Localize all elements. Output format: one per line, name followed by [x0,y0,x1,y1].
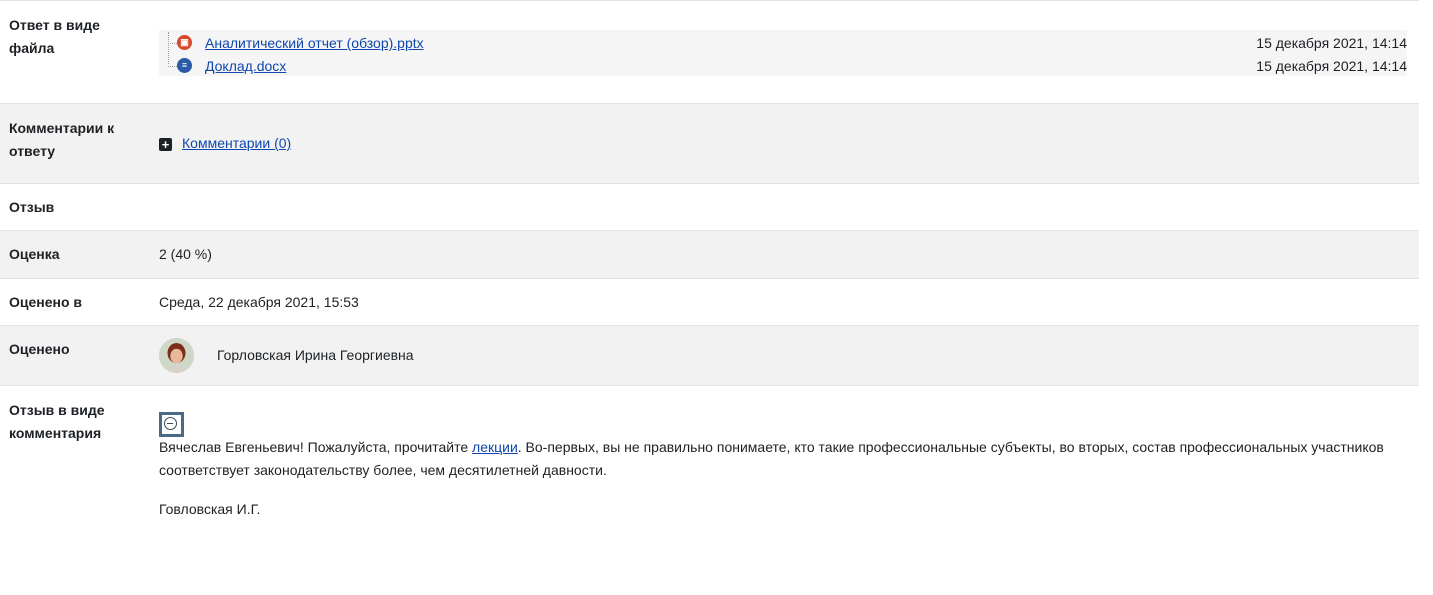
feedback-paragraph: Вячеслав Евгеньевич! Пожалуйста, прочита… [159,436,1399,482]
plus-icon[interactable]: + [159,138,172,151]
pptx-file-icon: ▣ [177,35,192,50]
graded-date: Среда, 22 декабря 2021, 15:53 [159,294,359,310]
file-link[interactable]: Доклад.docx [205,56,286,76]
row-label: Отзыв [9,199,55,215]
grader-name[interactable]: Горловская Ирина Георгиевна [217,344,414,367]
file-item: ▣ Аналитический отчет (обзор).pptx 15 де… [159,32,1407,54]
comments-toggle[interactable]: + Комментарии (0) [159,133,1407,153]
row-feedback: Отзыв [0,184,1419,231]
file-date: 15 декабря 2021, 14:14 [1256,35,1407,51]
row-label: Отзыв в виде комментария [9,402,105,441]
avatar[interactable] [159,338,194,373]
row-graded-by: Оценено Горловская Ирина Георгиевна [0,326,1419,386]
file-item: ≡ Доклад.docx 15 декабря 2021, 14:14 [159,55,1407,77]
row-label: Оценка [9,246,60,262]
avatar-image [159,338,194,373]
row-label: Ответ в виде файла [9,17,100,56]
minus-circle-icon [164,417,177,430]
feedback-text-start: Вячеслав Евгеньевич! Пожалуйста, прочита… [159,439,473,455]
docx-file-icon: ≡ [177,58,192,73]
row-label: Оценено [9,341,70,357]
row-graded-on: Оценено в Среда, 22 декабря 2021, 15:53 [0,279,1419,326]
collapse-button[interactable] [159,412,184,437]
file-link[interactable]: Аналитический отчет (обзор).pptx [205,33,424,53]
grader: Горловская Ирина Георгиевна [159,326,1407,386]
grade-value: 2 (40 %) [159,246,212,262]
file-date: 15 декабря 2021, 14:14 [1256,58,1407,74]
submission-status-table: Ответ в виде файла ▣ Аналитический отчет… [0,0,1419,591]
tree-branch [168,66,177,67]
row-file-answer: Ответ в виде файла ▣ Аналитический отчет… [0,1,1419,104]
feedback-text: Вячеслав Евгеньевич! Пожалуйста, прочита… [159,436,1399,521]
tree-branch [168,43,177,44]
lectures-link[interactable]: лекции [472,439,518,455]
row-grade: Оценка 2 (40 %) [0,231,1419,279]
feedback-signature: Говловская И.Г. [159,501,261,517]
row-feedback-comment: Отзыв в виде комментария Вячеслав Евгень… [0,386,1419,591]
row-label: Оценено в [9,294,83,310]
comments-link[interactable]: Комментарии (0) [182,135,291,151]
row-comments: Комментарии к ответу + Комментарии (0) [0,104,1419,184]
file-tree: ▣ Аналитический отчет (обзор).pptx 15 де… [159,30,1407,76]
row-label: Комментарии к ответу [9,120,115,159]
